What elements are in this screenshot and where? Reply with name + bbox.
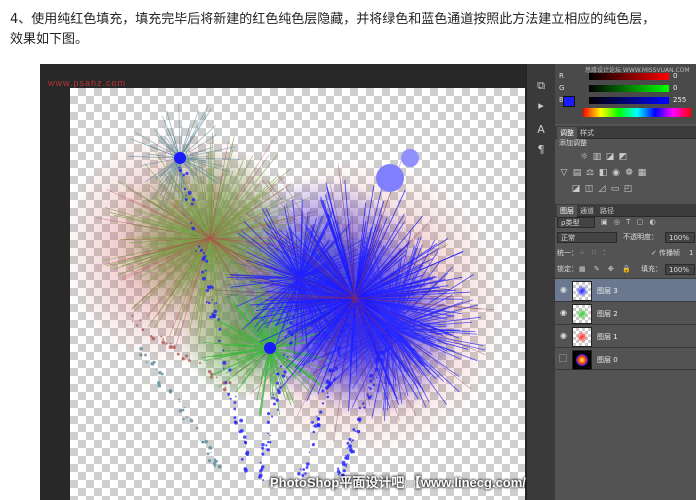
layer-row-3[interactable]: ◉ 图层 3: [555, 278, 696, 301]
fill-label: 填充：: [641, 265, 662, 273]
exposure-icon[interactable]: ◩: [618, 152, 628, 162]
opacity-label: 不透明度：: [623, 233, 658, 241]
color-slider-b[interactable]: B 255: [559, 96, 694, 106]
canvas-area[interactable]: www.psahz.com PhotoShop平面设计吧 【www.linecg…: [40, 64, 602, 500]
photoshop-window: www.psahz.com PhotoShop平面设计吧 【www.linecg…: [40, 64, 696, 500]
fireworks-image: [70, 102, 510, 481]
propagate-checkbox-icon[interactable]: ✓: [651, 248, 657, 259]
blend-mode-select[interactable]: 正常: [557, 232, 617, 243]
history-icon[interactable]: ⧉: [533, 78, 549, 94]
threshold-icon[interactable]: ◿: [597, 184, 607, 194]
layer-name: 图层 3: [597, 287, 618, 295]
vibrance-icon[interactable]: ▽: [559, 168, 569, 178]
document-canvas[interactable]: [70, 88, 525, 500]
article-line-2: 效果如下图。: [10, 32, 89, 47]
layer-filter-select[interactable]: ρ类型: [557, 217, 595, 228]
hue-icon[interactable]: ▤: [572, 168, 582, 178]
lookup-icon[interactable]: ▦: [637, 168, 647, 178]
add-adjustment-label: 添加调整: [559, 139, 587, 147]
levels-icon[interactable]: ▥: [592, 152, 602, 162]
panel-toolstrip: ⧉ ▸ A ¶: [526, 64, 556, 500]
paragraph-icon[interactable]: ¶: [533, 142, 549, 158]
layer-thumbnail: [572, 327, 592, 347]
layer-name: 图层 1: [597, 333, 618, 341]
channel-mixer-icon[interactable]: ❁: [624, 168, 634, 178]
visibility-toggle-off-icon[interactable]: [559, 354, 567, 362]
visibility-eye-icon[interactable]: ◉: [559, 331, 568, 340]
article-line-1: 4、使用纯红色填充，填充完毕后将新建的红色纯色层隐藏，并将绿色和蓝色通道按照此方…: [10, 12, 656, 27]
character-icon[interactable]: A: [533, 122, 549, 138]
bw-icon[interactable]: ◧: [598, 168, 608, 178]
layer-thumbnail: [572, 281, 592, 301]
layers-tabs: 图层 通道 路径: [555, 204, 696, 217]
g-slider-bar[interactable]: [589, 85, 669, 92]
layer-row-1[interactable]: ◉ 图层 1: [555, 324, 696, 347]
gradient-map-icon[interactable]: ▭: [610, 184, 620, 194]
opacity-input[interactable]: 100%: [665, 232, 695, 243]
layer-thumbnail: [572, 350, 592, 370]
color-balance-icon[interactable]: ⚖: [585, 168, 595, 178]
lock-label: 锁定：: [557, 265, 578, 273]
layer-name: 图层 0: [597, 356, 618, 364]
right-panels: 思缘设计论坛 WWW.MISSVUAN.COM R 0 G 0 B 255 调整…: [555, 64, 696, 500]
propagate-label: 传播帧: [659, 249, 680, 257]
curves-icon[interactable]: ◪: [605, 152, 615, 162]
propagate-value: 1: [689, 249, 694, 257]
r-slider-bar[interactable]: [589, 73, 669, 80]
color-slider-r[interactable]: R 0: [559, 72, 694, 82]
color-panel: 思缘设计论坛 WWW.MISSVUAN.COM R 0 G 0 B 255: [555, 64, 696, 124]
unify-icons[interactable]: ⁘ ⁙ ⁚: [579, 248, 607, 259]
fireworks-bursts: [70, 102, 510, 481]
selective-color-icon[interactable]: ◰: [623, 184, 633, 194]
site-watermark: www.psahz.com: [48, 78, 127, 88]
color-spectrum[interactable]: [583, 108, 691, 117]
lock-icons[interactable]: ▦ ✎ ✥ 🔒: [579, 264, 634, 275]
layer-thumbnail: [572, 304, 592, 324]
layer-name: 图层 2: [597, 310, 618, 318]
foreground-swatch[interactable]: [563, 96, 575, 107]
fill-input[interactable]: 100%: [665, 264, 695, 275]
invert-icon[interactable]: ◪: [571, 184, 581, 194]
visibility-eye-icon[interactable]: ◉: [559, 285, 568, 294]
unify-label: 统一：: [557, 249, 578, 257]
posterize-icon[interactable]: ◫: [584, 184, 594, 194]
tab-layers[interactable]: 图层: [557, 205, 577, 217]
color-slider-g[interactable]: G 0: [559, 84, 694, 94]
article-text: 4、使用纯红色填充，填充完毕后将新建的红色纯色层隐藏，并将绿色和蓝色通道按照此方…: [10, 10, 696, 50]
photo-filter-icon[interactable]: ◉: [611, 168, 621, 178]
layer-row-2[interactable]: ◉ 图层 2: [555, 301, 696, 324]
brightness-icon[interactable]: ☼: [579, 152, 589, 162]
layer-row-0[interactable]: 图层 0: [555, 347, 696, 370]
actions-icon[interactable]: ▸: [533, 98, 549, 114]
tab-paths[interactable]: 路径: [597, 205, 617, 217]
filter-icons[interactable]: ▣ ◎ T ▢ ◐: [601, 217, 658, 228]
visibility-eye-icon[interactable]: ◉: [559, 308, 568, 317]
b-slider-bar[interactable]: [589, 97, 669, 104]
tab-channels[interactable]: 通道: [577, 205, 597, 217]
